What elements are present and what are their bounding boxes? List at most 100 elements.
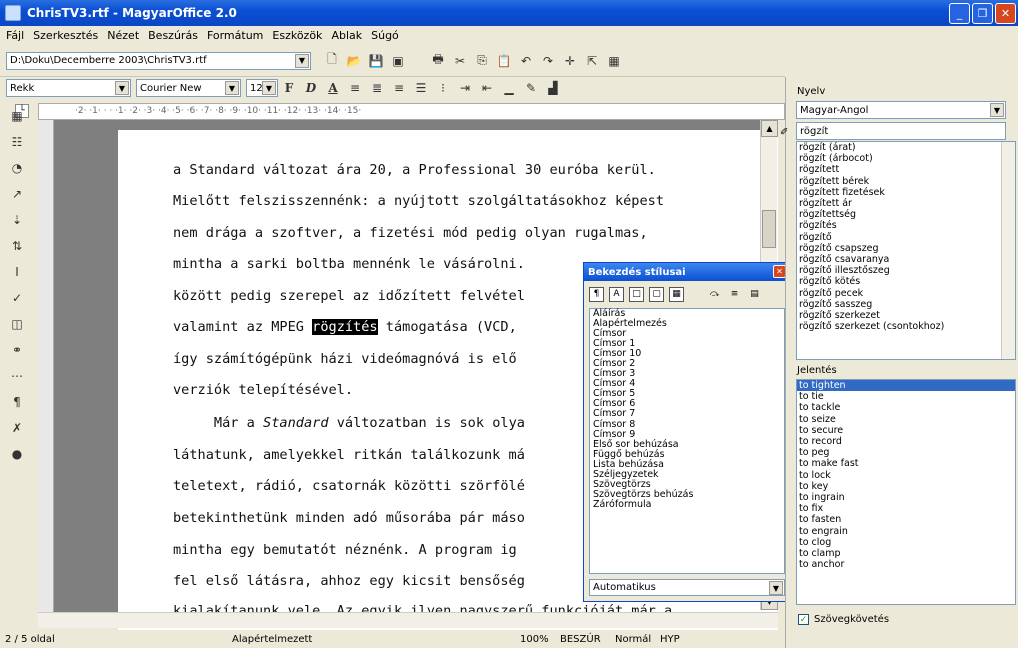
text-follow-checkbox[interactable]: ✓ Szövegkövetés <box>798 614 889 625</box>
underline-button[interactable]: A <box>323 78 343 98</box>
chevron-down-icon[interactable]: ▼ <box>115 81 129 95</box>
size-select[interactable]: 12 ▼ <box>246 79 278 97</box>
spellcheck-icon[interactable]: ✓ <box>7 288 27 308</box>
text-line[interactable]: mintha a sarki boltba mennénk le vásárol… <box>173 256 525 272</box>
sort-icon[interactable]: ⇣ <box>7 210 27 230</box>
list-item[interactable]: rögzítettség <box>797 209 1015 220</box>
meaning-list[interactable]: to tighten to tie to tackle to seize to … <box>796 379 1016 605</box>
paragraph-icon[interactable]: ¶ <box>7 392 27 412</box>
text-line[interactable]: a Standard változat ára 20, a Profession… <box>173 162 656 178</box>
align-left-icon[interactable]: ≡ <box>345 78 365 98</box>
chevron-down-icon[interactable]: ▼ <box>295 53 309 68</box>
menu-help[interactable]: Súgó <box>371 29 399 42</box>
text-line[interactable]: nem drága a szoftver, a fizetési mód ped… <box>173 225 648 241</box>
text-line[interactable]: valamint az MPEG rögzítés támogatása (VC… <box>173 319 517 335</box>
list-item[interactable]: Záróformula <box>590 499 784 510</box>
text-line[interactable]: így számítógépünk házi videómagnóvá is e… <box>173 351 517 367</box>
word-list-scrollbar[interactable] <box>1001 142 1015 359</box>
new-file-icon[interactable]: 🗋 <box>322 51 342 71</box>
text-cursor-icon[interactable]: Ⅰ <box>7 262 27 282</box>
bullets-icon[interactable]: ⁝ <box>433 78 453 98</box>
list-item[interactable]: rögzítés <box>797 220 1015 231</box>
list-item[interactable]: to tighten <box>797 380 1015 392</box>
horizontal-ruler[interactable]: ·2· ·1· · · ·1· ·2· ·3· ·4· ·5· ·6· ·7· … <box>38 103 785 120</box>
list-item[interactable]: rögzítő <box>797 232 1015 243</box>
menu-tools[interactable]: Eszközök <box>272 29 322 42</box>
list-item[interactable]: to ingrain <box>797 492 1015 503</box>
bold-button[interactable]: F <box>279 78 299 98</box>
arrow-icon[interactable]: ↗ <box>7 184 27 204</box>
menu-edit[interactable]: Szerkesztés <box>33 29 98 42</box>
menu-insert[interactable]: Beszúrás <box>148 29 198 42</box>
undo-icon[interactable]: ↶ <box>516 51 536 71</box>
chevron-down-icon[interactable]: ▼ <box>225 81 239 95</box>
list-item[interactable]: to peg <box>797 447 1015 458</box>
chevron-down-icon[interactable]: ▼ <box>262 81 276 95</box>
list-item[interactable]: to fix <box>797 503 1015 514</box>
search-input[interactable]: rögzít <box>796 122 1006 140</box>
list-item[interactable]: rögzítő szerkezet <box>797 310 1015 321</box>
edit-style-icon[interactable]: ▤ <box>747 287 762 302</box>
preview-icon[interactable]: ▣ <box>388 51 408 71</box>
text-line[interactable]: láthatunk, amelyekkel ritkán találkozunk… <box>173 447 525 463</box>
list-item[interactable]: to anchor <box>797 559 1015 570</box>
macro-icon[interactable]: ● <box>7 444 27 464</box>
open-folder-icon[interactable]: 📂 <box>344 51 364 71</box>
path-field[interactable]: D:\Doku\Decemberre 2003\ChrisTV3.rtf ▼ <box>6 51 311 70</box>
table-icon[interactable]: ▦ <box>604 51 624 71</box>
status-hyphenation[interactable]: HYP <box>660 634 680 645</box>
list-item[interactable]: rögzítő szerkezet (csontokhoz) <box>797 321 1015 332</box>
redo-icon[interactable]: ↷ <box>538 51 558 71</box>
word-list[interactable]: rögzít (árat) rögzít (árbocot) rögzített… <box>796 141 1016 360</box>
menu-view[interactable]: Nézet <box>107 29 139 42</box>
text-line[interactable]: Mielőtt felszisszennénk: a nyújtott szol… <box>173 193 664 209</box>
align-right-icon[interactable]: ≡ <box>389 78 409 98</box>
list-item[interactable]: rögzítő sasszeg <box>797 299 1015 310</box>
scroll-thumb[interactable] <box>762 210 776 248</box>
chart-icon[interactable]: ◔ <box>7 158 27 178</box>
print-icon[interactable]: 🖶 <box>428 51 448 71</box>
list-item[interactable]: to record <box>797 436 1015 447</box>
indent-icon[interactable]: ⇥ <box>455 78 475 98</box>
menu-file[interactable]: Fájl <box>6 29 24 42</box>
menu-window[interactable]: Ablak <box>331 29 362 42</box>
maximize-button[interactable]: ❐ <box>972 3 993 24</box>
pointer-icon[interactable]: ⇱ <box>582 51 602 71</box>
list-item[interactable]: to seize <box>797 414 1015 425</box>
text-line[interactable]: mintha egy bemutatót néznénk. A program … <box>173 542 517 558</box>
crosshair-icon[interactable]: ✛ <box>560 51 580 71</box>
scroll-up-icon[interactable]: ▲ <box>761 120 778 137</box>
style-type-3-icon[interactable]: □ <box>629 286 644 302</box>
dialog-title-bar[interactable]: Bekezdés stílusai ✕ <box>584 263 789 281</box>
list-item[interactable]: rögzítő illesztőszeg <box>797 265 1015 276</box>
list-item[interactable]: Címsor 7 <box>590 409 784 419</box>
status-view-mode[interactable]: Normál <box>615 634 651 645</box>
close-button[interactable]: ✕ <box>995 3 1016 24</box>
delete-format-icon[interactable]: ✗ <box>7 418 27 438</box>
list-item[interactable]: to fasten <box>797 514 1015 525</box>
cut-icon[interactable]: ✂ <box>450 51 470 71</box>
style-type-1-icon[interactable]: ¶ <box>589 286 604 302</box>
italic-button[interactable]: D <box>301 78 321 98</box>
list-item[interactable]: to tackle <box>797 402 1015 413</box>
copy-icon[interactable]: ⎘ <box>472 51 492 71</box>
table-rows-icon[interactable]: ☷ <box>7 132 27 152</box>
font-color-icon[interactable]: ▟ <box>543 78 563 98</box>
thesaurus-icon[interactable]: ◫ <box>7 314 27 334</box>
language-select[interactable]: Magyar-Angol ▼ <box>796 101 1006 119</box>
text-line[interactable]: betekinthetünk minden adó műsorába pár m… <box>173 510 525 526</box>
list-item[interactable]: rögzített ár <box>797 198 1015 209</box>
style-select[interactable]: Rekk ▼ <box>6 79 131 97</box>
text-line[interactable]: teletext, rádió, csatornák közötti szörf… <box>173 478 525 494</box>
checkbox-checked-icon[interactable]: ✓ <box>798 614 809 625</box>
chevron-down-icon[interactable]: ▼ <box>769 581 783 595</box>
menu-format[interactable]: Formátum <box>207 29 263 42</box>
selected-word[interactable]: rögzítés <box>312 319 378 335</box>
font-select[interactable]: Courier New ▼ <box>136 79 241 97</box>
list-item[interactable]: to make fast <box>797 458 1015 469</box>
align-center-icon[interactable]: ≣ <box>367 78 387 98</box>
grid-icon[interactable]: ⋯ <box>7 366 27 386</box>
justify-icon[interactable]: ☰ <box>411 78 431 98</box>
sort-az-icon[interactable]: ⇅ <box>7 236 27 256</box>
highlight-icon[interactable]: ✎ <box>521 78 541 98</box>
